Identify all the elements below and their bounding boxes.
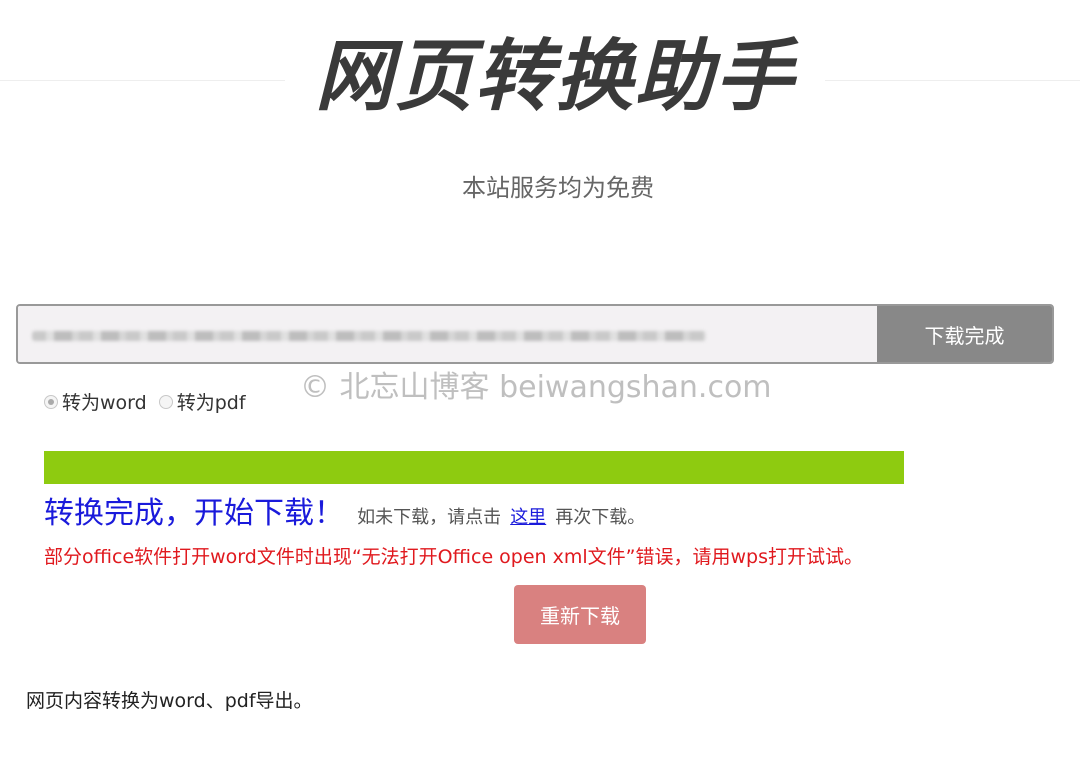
radio-pdf[interactable] — [158, 394, 173, 409]
footer-description: 网页内容转换为word、pdf导出。 — [26, 690, 313, 712]
radio-pdf-label[interactable]: 转为pdf — [177, 388, 246, 415]
warning-message: 部分office软件打开word文件时出现“无法打开Office open xm… — [44, 546, 864, 568]
download-done-button[interactable]: 下载完成 — [877, 306, 1052, 362]
status-hint-after: 再次下载。 — [555, 507, 646, 528]
url-input[interactable] — [18, 306, 877, 362]
blurred-url-text — [32, 331, 706, 341]
status-message: 转换完成，开始下载！ — [44, 496, 344, 531]
site-subtitle: 本站服务均为免费 — [462, 174, 654, 202]
retry-download-link[interactable]: 这里 — [510, 507, 546, 528]
format-options: 转为word 转为pdf — [44, 388, 258, 415]
progress-bar — [44, 451, 904, 484]
radio-word-label[interactable]: 转为word — [62, 388, 147, 415]
status-hint-before: 如未下载，请点击 — [357, 507, 502, 528]
url-input-group: 下载完成 — [16, 304, 1054, 364]
radio-word[interactable] — [44, 394, 58, 409]
page: 网页转换助手 本站服务均为免费 下载完成 © 北忘山博客 beiwangshan… — [0, 0, 1080, 759]
watermark: © 北忘山博客 beiwangshan.com — [300, 370, 772, 405]
progress-fill — [44, 451, 904, 484]
site-title: 网页转换助手 — [285, 22, 825, 132]
status-line: 转换完成，开始下载！ 如未下载，请点击 这里 再次下载。 — [44, 488, 645, 532]
redownload-button[interactable]: 重新下载 — [514, 585, 646, 644]
